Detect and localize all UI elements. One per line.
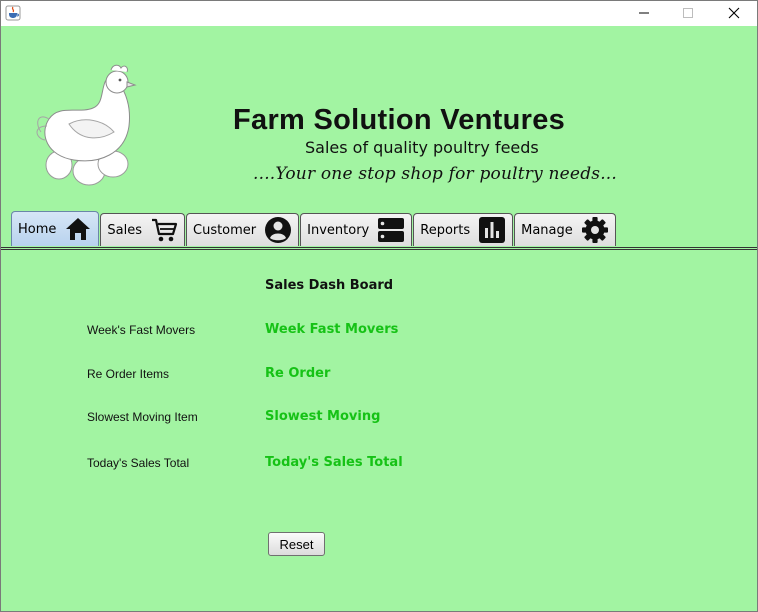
tab-manage[interactable]: Manage (514, 213, 616, 246)
account-icon (264, 216, 292, 244)
tab-label: Inventory (307, 222, 370, 238)
tab-label: Manage (521, 222, 573, 238)
slowest-moving-value: Slowest Moving (265, 409, 381, 424)
maximize-button[interactable] (665, 1, 711, 26)
cart-icon (150, 216, 178, 244)
main-panel: Farm Solution Ventures Sales of quality … (1, 26, 757, 611)
hen-logo-icon (29, 64, 139, 186)
storage-icon (377, 216, 405, 244)
tab-reports[interactable]: Reports (413, 213, 514, 246)
tab-label: Home (18, 221, 57, 237)
fast-movers-label: Week's Fast Movers (87, 323, 196, 337)
home-icon (64, 215, 92, 243)
brand-subtitle: Sales of quality poultry feeds (305, 138, 539, 157)
dashboard-title: Sales Dash Board (265, 278, 394, 293)
title-bar[interactable] (1, 1, 757, 26)
minimize-icon (638, 4, 650, 23)
main-tab-bar: Home Sales Customer Inventory Reports Ma… (11, 211, 617, 246)
tab-sales[interactable]: Sales (100, 213, 185, 246)
reset-button[interactable]: Reset (268, 532, 325, 556)
maximize-icon (682, 4, 694, 23)
sales-total-label: Today's Sales Total (87, 456, 190, 470)
fast-movers-value: Week Fast Movers (265, 322, 399, 337)
sales-total-value: Today's Sales Total (265, 455, 403, 470)
slowest-moving-label: Slowest Moving Item (87, 410, 198, 424)
bar-chart-icon (478, 216, 506, 244)
tab-label: Customer (193, 222, 257, 238)
minimize-button[interactable] (621, 1, 667, 26)
tab-label: Sales (107, 222, 142, 238)
close-button[interactable] (711, 1, 757, 26)
tab-label: Reports (420, 222, 471, 238)
tab-customer[interactable]: Customer (186, 213, 300, 246)
close-icon (728, 4, 740, 23)
brand-tagline: ....Your one stop shop for poultry needs… (253, 164, 618, 184)
tab-divider (1, 247, 757, 250)
reorder-items-label: Re Order Items (87, 367, 170, 381)
gear-icon (581, 216, 609, 244)
java-cup-icon (5, 5, 21, 21)
brand-title: Farm Solution Ventures (233, 104, 566, 136)
tab-inventory[interactable]: Inventory (300, 213, 413, 246)
app-window: Farm Solution Ventures Sales of quality … (0, 0, 758, 612)
tab-home[interactable]: Home (11, 211, 100, 246)
reorder-items-value: Re Order (265, 366, 331, 381)
